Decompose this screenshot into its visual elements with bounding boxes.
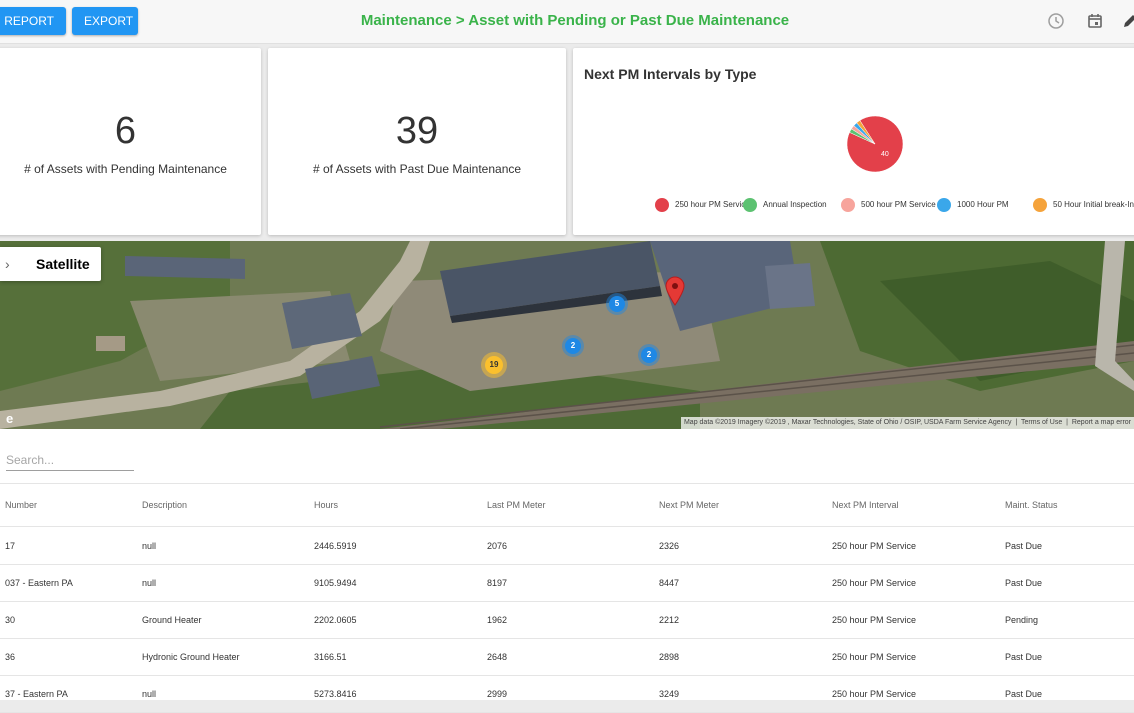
legend-label: 250 hour PM Service [675,200,750,209]
legend-swatch [743,198,757,212]
table-cell: null [142,578,157,588]
satellite-label: Satellite [36,256,90,272]
table-row[interactable]: 37 - Eastern PA null 5273.8416 2999 3249 250 … [0,676,1134,713]
asset-table-section: Number Description Hours Last PM Meter N… [0,429,1134,713]
table-cell: 037 - Eastern PA [5,578,73,588]
table-cell: Hydronic Ground Heater [142,652,240,662]
table-cell: 250 hour PM Service [832,689,917,699]
table-cell: 30 [5,615,16,625]
table-cell: 17 [5,541,16,551]
table-row[interactable]: 36 Hydronic Ground Heater 3166.51 2648 2898 2… [0,639,1134,676]
legend-swatch [937,198,951,212]
col-maint-status[interactable]: Maint. Status [1005,484,1058,526]
table-cell: 1962 [487,615,508,625]
table-cell: null [142,541,157,551]
table-header: Number Description Hours Last PM Meter N… [0,483,1134,527]
pending-label: # of Assets with Pending Maintenance [24,162,227,176]
col-description[interactable]: Description [142,484,187,526]
top-toolbar: REPORT EXPORT Maintenance > Asset with P… [0,0,1134,44]
table-cell: 250 hour PM Service [832,541,917,551]
table-cell: 2446.5919 [314,541,357,551]
map-cluster-19[interactable]: 19 [485,356,503,374]
table-cell: null [142,689,157,699]
map-logo-fragment: e [6,411,14,426]
table-cell: 2202.0605 [314,615,357,625]
report-map-error-link[interactable]: Report a map error [1072,419,1131,426]
map-cluster-2b[interactable]: 2 [641,347,657,363]
satellite-map[interactable]: › Satellite 5 2 2 19 e Map data ©2019 Im… [0,241,1134,429]
chart-title: Next PM Intervals by Type [584,66,757,82]
table-cell: 8197 [487,578,508,588]
table-cell: Past Due [1005,578,1043,588]
legend-label: 1000 Hour PM [957,200,1009,209]
table-cell: 2212 [659,615,680,625]
table-row[interactable]: 30 Ground Heater 2202.0605 1962 2212 250 hour… [0,602,1134,639]
table-cell: Pending [1005,615,1039,625]
col-next-pm-meter[interactable]: Next PM Meter [659,484,719,526]
pending-count: 6 [114,110,137,152]
map-cluster-5[interactable]: 5 [609,296,625,312]
table-cell: 36 [5,652,16,662]
edit-icon[interactable] [1120,11,1134,31]
legend-label: 500 hour PM Service [861,200,936,209]
table-cell: 3249 [659,689,680,699]
kpi-card-past-due: 39 # of Assets with Past Due Maintenance [268,48,566,235]
export-button[interactable]: EXPORT [72,7,138,35]
map-cluster-2[interactable]: 2 [565,338,581,354]
table-cell: Ground Heater [142,615,202,625]
pie-chart: 40 [846,115,904,173]
kpi-card-pending: 6 # of Assets with Pending Maintenance [0,48,261,235]
table-cell: 2999 [487,689,508,699]
legend-swatch [1033,198,1047,212]
terms-link[interactable]: Terms of Use [1021,419,1062,426]
col-number[interactable]: Number [5,484,37,526]
attribution-text: Map data ©2019 Imagery ©2019 , Maxar Tec… [683,419,1012,426]
table-cell: Past Due [1005,689,1043,699]
table-cell: 2326 [659,541,680,551]
past-due-label: # of Assets with Past Due Maintenance [312,162,522,176]
legend-swatch [655,198,669,212]
table-row[interactable]: 17 null 2446.5919 2076 2326 250 hour PM Servi… [0,528,1134,565]
table-cell: 2648 [487,652,508,662]
table-cell: 250 hour PM Service [832,652,917,662]
table-cell: 2076 [487,541,508,551]
legend-label: 50 Hour Initial break-In [1053,200,1134,209]
col-last-pm-meter[interactable]: Last PM Meter [487,484,546,526]
col-next-pm-interval[interactable]: Next PM Interval [832,484,899,526]
table-cell: 3166.51 [314,652,347,662]
legend-swatch [841,198,855,212]
map-marker-icon[interactable] [664,276,686,306]
table-cell: 250 hour PM Service [832,615,917,625]
page-title: Maintenance > Asset with Pending or Past… [360,12,790,29]
search-input[interactable] [6,449,134,471]
map-imagery [0,241,1134,429]
legend-label: Annual Inspection [763,200,827,209]
table-cell: 9105.9494 [314,578,357,588]
table-cell: 2898 [659,652,680,662]
table-cell: 8447 [659,578,680,588]
table-cell: Past Due [1005,652,1043,662]
past-due-count: 39 [395,110,439,152]
table-row[interactable]: 037 - Eastern PA null 9105.9494 8197 8447 250… [0,565,1134,602]
map-type-satellite-button[interactable]: › Satellite [0,247,101,281]
table-cell: 250 hour PM Service [832,578,917,588]
col-hours[interactable]: Hours [314,484,338,526]
report-button[interactable]: REPORT [0,7,66,35]
table-cell: 5273.8416 [314,689,357,699]
table-cell: 37 - Eastern PA [5,689,68,699]
pie-slice-label: 40 [881,151,889,158]
chart-card: Next PM Intervals by Type 40 250 hour PM… [573,48,1134,235]
map-attribution: Map data ©2019 Imagery ©2019 , Maxar Tec… [680,417,1134,429]
chevron-left-icon: › [5,256,10,272]
table-cell: Past Due [1005,541,1043,551]
calendar-icon[interactable] [1085,11,1105,31]
clock-icon[interactable] [1046,11,1066,31]
